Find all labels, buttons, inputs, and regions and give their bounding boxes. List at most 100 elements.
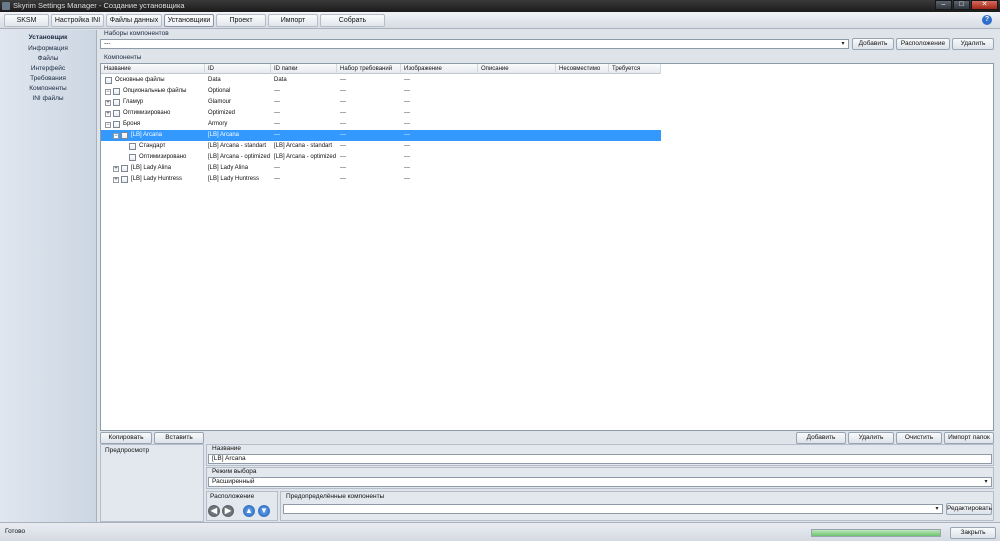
- tab-project[interactable]: Проект: [216, 14, 266, 27]
- column-header[interactable]: ID папки: [271, 64, 337, 74]
- cell-folder: [LB] Arcana - optimized: [274, 154, 337, 160]
- component-checkbox[interactable]: [113, 99, 120, 106]
- close-window-button[interactable]: ✕: [971, 0, 998, 10]
- cell-name: [LB] Lady Alina: [131, 165, 172, 171]
- delete-component-button[interactable]: Удалить: [848, 432, 894, 444]
- maximize-button[interactable]: □: [953, 0, 970, 10]
- delete-set-button[interactable]: Удалить: [952, 38, 994, 50]
- help-icon[interactable]: ?: [982, 15, 992, 25]
- sidebar-item-components[interactable]: Компоненты: [0, 84, 96, 94]
- table-row[interactable]: Оптимизировано [LB] Arcana - optimized [LB…: [101, 152, 661, 163]
- cell-id: Optional: [208, 88, 231, 94]
- table-row[interactable]: + [LB] Lady Alina [LB] Lady Alina --- --- ---: [101, 163, 661, 174]
- arrow-left-icon[interactable]: ◀: [208, 505, 220, 517]
- select-mode-panel: Режим выбора Расширенный ▾: [206, 467, 994, 489]
- cell-folder: Data: [274, 77, 287, 83]
- component-checkbox[interactable]: [129, 143, 136, 150]
- arrow-down-icon[interactable]: ▼: [258, 505, 270, 517]
- menu-bar: SKSM Настройка INI Файлы данных Установщ…: [0, 12, 1000, 29]
- tab-import[interactable]: Импорт: [268, 14, 318, 27]
- import-folders-button[interactable]: Импорт папок: [944, 432, 994, 444]
- cell-req: ---: [340, 121, 346, 127]
- component-sets-label: Наборы компонентов: [104, 30, 169, 37]
- column-header[interactable]: ID: [205, 64, 271, 74]
- cell-img: ---: [404, 88, 410, 94]
- cell-name: [LB] Arcana: [131, 132, 163, 138]
- cell-name: Основные файлы: [115, 77, 165, 83]
- column-header[interactable]: Название: [101, 64, 205, 74]
- cell-name: [LB] Lady Huntress: [131, 176, 183, 182]
- sidebar: Установщик Информация Файлы Интерфейс Тр…: [0, 30, 97, 522]
- tab-build[interactable]: Собрать: [320, 14, 385, 27]
- collapse-icon[interactable]: −: [105, 89, 111, 95]
- cell-folder: ---: [274, 121, 280, 127]
- cell-img: ---: [404, 77, 410, 83]
- location-button[interactable]: Расположение: [896, 38, 950, 50]
- table-row[interactable]: Стандарт [LB] Arcana - standart [LB] Arcan…: [101, 141, 661, 152]
- add-set-button[interactable]: Добавить: [852, 38, 894, 50]
- table-row[interactable]: − Броня Armory --- --- ---: [101, 119, 661, 130]
- predefined-components-select[interactable]: ▾: [283, 504, 943, 514]
- edit-button[interactable]: Редактировать: [946, 503, 992, 515]
- cell-id: Optimized: [208, 110, 236, 116]
- tab-sksm[interactable]: SKSM: [4, 14, 49, 27]
- cell-id: [LB] Arcana - standart: [208, 143, 267, 149]
- components-tree-table[interactable]: Название ID ID папки Набор требований Из…: [100, 63, 994, 431]
- status-bar: Готово Закрыть: [0, 522, 1000, 541]
- paste-button[interactable]: Вставить: [154, 432, 204, 444]
- cell-id: [LB] Arcana - optimized: [208, 154, 271, 160]
- sidebar-item-requirements[interactable]: Требования: [0, 74, 96, 84]
- close-button[interactable]: Закрыть: [950, 527, 996, 539]
- table-row[interactable]: + Оптимизировано Optimized --- --- ---: [101, 108, 661, 119]
- name-panel: Название [LB] Arcana: [206, 444, 994, 466]
- tab-data-files[interactable]: Файлы данных: [106, 14, 162, 27]
- component-checkbox[interactable]: [129, 154, 136, 161]
- name-input[interactable]: [LB] Arcana: [208, 454, 992, 464]
- cell-img: ---: [404, 99, 410, 105]
- cell-req: ---: [340, 154, 346, 160]
- component-checkbox[interactable]: [121, 132, 128, 139]
- collapse-icon[interactable]: −: [113, 133, 119, 139]
- column-header[interactable]: Требуется: [609, 64, 661, 74]
- tab-installers[interactable]: Установщики: [164, 14, 214, 27]
- tab-ini-settings[interactable]: Настройка INI: [51, 14, 104, 27]
- sidebar-item-ini-files[interactable]: INI файлы: [0, 94, 96, 104]
- cell-req: ---: [340, 88, 346, 94]
- arrow-right-icon[interactable]: ▶: [222, 505, 234, 517]
- table-row[interactable]: + Гламур Glamour --- --- ---: [101, 97, 661, 108]
- column-header[interactable]: Описание: [478, 64, 556, 74]
- table-row[interactable]: − Опциональные файлы Optional --- --- ---: [101, 86, 661, 97]
- cell-name: Гламур: [123, 99, 144, 105]
- expand-icon[interactable]: +: [105, 111, 111, 117]
- column-header[interactable]: Несовместимо: [556, 64, 609, 74]
- expand-icon[interactable]: +: [105, 100, 111, 106]
- table-row[interactable]: Основные файлы Data Data --- ---: [101, 75, 661, 86]
- table-row[interactable]: − [LB] Arcana [LB] Arcana --- --- ---: [101, 130, 661, 141]
- sidebar-item-files[interactable]: Файлы: [0, 54, 96, 64]
- name-label: Название: [212, 445, 242, 452]
- column-header[interactable]: Изображение: [401, 64, 478, 74]
- component-sets-select[interactable]: --- ▾: [100, 39, 849, 49]
- component-checkbox[interactable]: [121, 165, 128, 172]
- copy-button[interactable]: Копировать: [100, 432, 152, 444]
- component-checkbox[interactable]: [113, 121, 120, 128]
- minimize-button[interactable]: –: [935, 0, 952, 10]
- expand-icon[interactable]: +: [113, 166, 119, 172]
- component-checkbox[interactable]: [113, 110, 120, 117]
- arrow-up-icon[interactable]: ▲: [243, 505, 255, 517]
- predefined-components-label: Предопределённые компоненты: [286, 493, 385, 500]
- component-checkbox[interactable]: [105, 77, 112, 84]
- clear-button[interactable]: Очистить: [896, 432, 942, 444]
- sidebar-item-info[interactable]: Информация: [0, 44, 96, 54]
- cell-folder: ---: [274, 99, 280, 105]
- sidebar-item-interface[interactable]: Интерфейс: [0, 64, 96, 74]
- select-mode-select[interactable]: Расширенный ▾: [208, 477, 992, 487]
- column-header[interactable]: Набор требований: [337, 64, 401, 74]
- add-component-button[interactable]: Добавить: [796, 432, 846, 444]
- table-row[interactable]: + [LB] Lady Huntress [LB] Lady Huntress ---…: [101, 174, 661, 185]
- chevron-down-icon: ▾: [984, 479, 988, 485]
- expand-icon[interactable]: +: [113, 177, 119, 183]
- component-checkbox[interactable]: [121, 176, 128, 183]
- component-checkbox[interactable]: [113, 88, 120, 95]
- collapse-icon[interactable]: −: [105, 122, 111, 128]
